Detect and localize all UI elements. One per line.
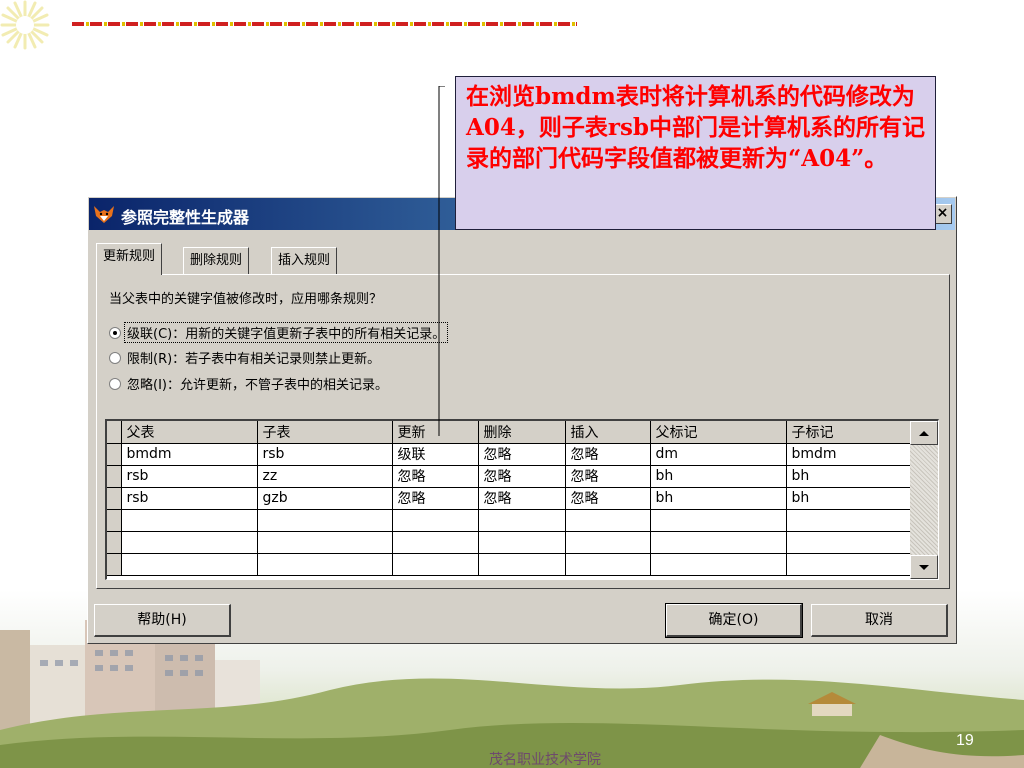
empty-row[interactable] — [107, 553, 911, 576]
radio-ignore-label: 忽略(I)：允许更新，不管子表中的相关记录。 — [127, 378, 388, 393]
row-selector[interactable] — [107, 553, 122, 576]
grid-cell[interactable]: 级联 — [392, 443, 479, 466]
radio-button-checked[interactable] — [109, 327, 121, 339]
column-header[interactable]: 更新 — [392, 421, 479, 444]
grid-cell[interactable] — [257, 509, 393, 532]
grid-cell[interactable]: rsb — [121, 465, 258, 488]
row-selector[interactable] — [107, 487, 122, 510]
arrow-up-icon — [919, 431, 929, 436]
tab-delete-rules[interactable]: 删除规则 — [183, 247, 250, 274]
grid-cell[interactable] — [650, 531, 787, 554]
scroll-up-button[interactable] — [910, 421, 938, 445]
grid-cell[interactable] — [786, 531, 911, 554]
tab-insert-rules[interactable]: 插入规则 — [271, 247, 338, 274]
table-row[interactable]: rsb gzb 忽略 忽略 忽略 bh bh — [107, 487, 911, 510]
grid-cell[interactable] — [650, 509, 787, 532]
grid-cell[interactable]: gzb — [257, 487, 393, 510]
grid-cell[interactable] — [565, 509, 651, 532]
decorative-dashed-line — [72, 22, 577, 26]
grid-cell[interactable] — [392, 553, 479, 576]
grid-cell[interactable]: bh — [786, 487, 911, 510]
rule-question: 当父表中的关键字值被修改时，应用哪条规则？ — [109, 292, 383, 307]
grid-cell[interactable] — [650, 553, 787, 576]
grid-cell[interactable]: bmdm — [786, 443, 911, 466]
grid-cell[interactable] — [786, 553, 911, 576]
radio-button[interactable] — [109, 378, 121, 390]
column-header[interactable]: 子表 — [257, 421, 393, 444]
row-selector[interactable] — [107, 443, 122, 466]
table-row[interactable]: rsb zz 忽略 忽略 忽略 bh bh — [107, 465, 911, 488]
grid-cell[interactable]: bh — [786, 465, 911, 488]
radio-button[interactable] — [109, 352, 121, 364]
vertical-scrollbar[interactable] — [910, 421, 938, 579]
grid-cell[interactable]: rsb — [121, 487, 258, 510]
grid-cell[interactable] — [565, 531, 651, 554]
grid-cell[interactable] — [121, 509, 258, 532]
grid-cell[interactable]: bmdm — [121, 443, 258, 466]
grid-cell[interactable]: rsb — [257, 443, 393, 466]
row-selector[interactable] — [107, 531, 122, 554]
grid-cell[interactable]: 忽略 — [478, 465, 566, 488]
grid-cell[interactable] — [786, 509, 911, 532]
rules-grid[interactable]: 父表 子表 更新 删除 插入 父标记 子标记 bmdm rsb 级联 忽略 忽略… — [105, 419, 939, 580]
grid-header-row: 父表 子表 更新 删除 插入 父标记 子标记 — [107, 421, 911, 444]
page-number: 19 — [956, 732, 974, 749]
update-rules-panel: 当父表中的关键字值被修改时，应用哪条规则？ 级联(C)：用新的关键字值更新子表中… — [96, 274, 950, 589]
radio-restrict[interactable]: 限制(R)：若子表中有相关记录则禁止更新。 — [109, 348, 382, 368]
grid-cell[interactable]: 忽略 — [478, 443, 566, 466]
sun-burst-icon — [0, 0, 50, 50]
radio-ignore[interactable]: 忽略(I)：允许更新，不管子表中的相关记录。 — [109, 374, 390, 394]
grid-cell[interactable]: dm — [650, 443, 787, 466]
grid-cell[interactable]: 忽略 — [565, 487, 651, 510]
column-header[interactable]: 插入 — [565, 421, 651, 444]
grid-cell[interactable] — [392, 509, 479, 532]
cancel-button[interactable]: 取消 — [811, 604, 948, 637]
column-header[interactable]: 父表 — [121, 421, 258, 444]
grid-cell[interactable] — [392, 531, 479, 554]
radio-cascade-label: 级联(C)：用新的关键字值更新子表中的所有相关记录。 — [123, 322, 449, 343]
scroll-down-button[interactable] — [910, 555, 938, 579]
row-selector[interactable] — [107, 509, 122, 532]
callout-pointer-line — [438, 86, 445, 436]
school-name-footer: 茂名职业技术学院 — [489, 752, 601, 768]
table-row[interactable]: bmdm rsb 级联 忽略 忽略 dm bmdm — [107, 443, 911, 466]
ok-button[interactable]: 确定(O) — [665, 603, 803, 638]
column-header[interactable]: 子标记 — [786, 421, 911, 444]
grid-cell[interactable] — [565, 553, 651, 576]
grid-cell[interactable] — [257, 531, 393, 554]
tab-update-rules[interactable]: 更新规则 — [96, 243, 163, 275]
grid-cell[interactable] — [121, 553, 258, 576]
grid-cell[interactable] — [478, 553, 566, 576]
grid-cell[interactable] — [478, 531, 566, 554]
grid-cell[interactable] — [478, 509, 566, 532]
column-header[interactable]: 删除 — [478, 421, 566, 444]
grid-cell[interactable]: bh — [650, 465, 787, 488]
radio-restrict-label: 限制(R)：若子表中有相关记录则禁止更新。 — [127, 352, 381, 367]
empty-row[interactable] — [107, 509, 911, 532]
empty-row[interactable] — [107, 531, 911, 554]
grid-cell[interactable]: zz — [257, 465, 393, 488]
referential-integrity-dialog: 参照完整性生成器 × 更新规则 删除规则 插入规则 当父表中的关键字值被修改时，… — [87, 196, 957, 644]
grid-cell[interactable] — [121, 531, 258, 554]
radio-cascade[interactable]: 级联(C)：用新的关键字值更新子表中的所有相关记录。 — [109, 322, 449, 343]
row-selector-header — [107, 421, 122, 444]
fox-app-icon — [94, 206, 114, 223]
row-selector[interactable] — [107, 465, 122, 488]
annotation-callout: 在浏览bmdm表时将计算机系的代码修改为A04，则子表rsb中部门是计算机系的所… — [455, 76, 936, 230]
column-header[interactable]: 父标记 — [650, 421, 787, 444]
grid-cell[interactable]: 忽略 — [392, 465, 479, 488]
grid-cell[interactable]: 忽略 — [392, 487, 479, 510]
arrow-down-icon — [919, 565, 929, 570]
dialog-title: 参照完整性生成器 — [121, 208, 250, 227]
help-button[interactable]: 帮助(H) — [94, 604, 231, 637]
grid-cell[interactable] — [257, 553, 393, 576]
grid-cell[interactable]: 忽略 — [478, 487, 566, 510]
grid-cell[interactable]: bh — [650, 487, 787, 510]
grid-cell[interactable]: 忽略 — [565, 465, 651, 488]
grid-cell[interactable]: 忽略 — [565, 443, 651, 466]
